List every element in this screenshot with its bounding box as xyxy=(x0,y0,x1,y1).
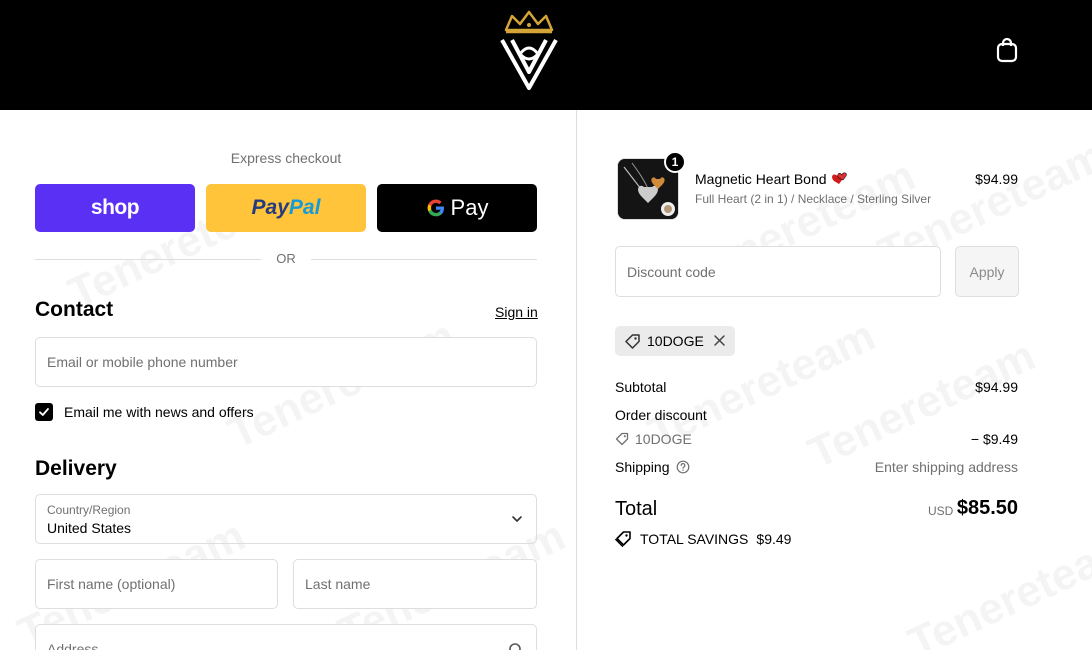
remove-discount-icon[interactable] xyxy=(713,334,726,347)
contact-title: Contact xyxy=(35,298,114,321)
brand-logo-icon[interactable] xyxy=(498,10,560,90)
chevron-down-icon xyxy=(512,516,522,522)
first-name-field[interactable] xyxy=(35,559,278,609)
last-name-field[interactable] xyxy=(293,559,537,609)
google-pay-button[interactable]: Pay xyxy=(377,184,537,232)
product-name-text: Magnetic Heart Bond xyxy=(695,171,827,187)
watermark: Tenereteam xyxy=(901,521,1092,650)
tag-icon xyxy=(625,333,640,349)
order-discount-value: − $9.49 xyxy=(970,431,1018,447)
paypal-label-pay: Pay xyxy=(251,196,289,219)
discount-code-field[interactable] xyxy=(615,246,941,297)
shipping-value: Enter shipping address xyxy=(874,459,1018,475)
shipping-label-row: Shipping xyxy=(615,459,690,475)
country-label: Country/Region xyxy=(47,503,131,517)
order-discount-code-row: 10DOGE xyxy=(615,431,692,447)
newsletter-option[interactable]: Email me with news and offers xyxy=(35,403,254,421)
total-amount: $85.50 xyxy=(956,497,1018,519)
sign-in-link[interactable]: Sign in xyxy=(495,304,538,320)
product-variant: Full Heart (2 in 1) / Necklace / Sterlin… xyxy=(695,192,932,206)
newsletter-label: Email me with news and offers xyxy=(64,404,254,420)
subtotal-value: $94.99 xyxy=(975,379,1018,395)
search-icon xyxy=(509,643,521,650)
applied-discount-chip: 10DOGE xyxy=(615,326,735,356)
watermark: Tenereteam xyxy=(801,331,1043,479)
last-name-input[interactable] xyxy=(294,560,536,608)
shopping-bag-icon[interactable] xyxy=(994,36,1020,64)
address-field[interactable] xyxy=(35,624,537,650)
first-name-input[interactable] xyxy=(36,560,277,608)
shipping-label: Shipping xyxy=(615,459,670,475)
or-label: OR xyxy=(276,251,296,266)
subtotal-label: Subtotal xyxy=(615,379,667,395)
tag-icon xyxy=(615,432,629,446)
shop-pay-button[interactable]: shop xyxy=(35,184,195,232)
help-circle-icon[interactable] xyxy=(676,460,690,474)
applied-discount-code: 10DOGE xyxy=(647,333,704,349)
delivery-title: Delivery xyxy=(35,457,117,480)
country-select[interactable]: Country/Region United States xyxy=(35,494,537,544)
total-savings: TOTAL SAVINGS $9.49 xyxy=(615,530,791,547)
google-pay-label: Pay xyxy=(450,195,489,220)
shop-pay-label: shop xyxy=(90,196,140,219)
site-header xyxy=(0,0,1092,110)
savings-amount: $9.49 xyxy=(756,530,792,547)
order-discount-label: Order discount xyxy=(615,407,707,423)
discount-code-input[interactable] xyxy=(616,247,940,296)
product-price: $94.99 xyxy=(975,171,1018,187)
total-currency: USD xyxy=(928,504,954,518)
country-value: United States xyxy=(47,520,132,536)
checkmark-icon xyxy=(39,408,49,416)
paypal-label-pal: Pal xyxy=(288,196,321,219)
total-label: Total xyxy=(615,498,658,520)
apply-discount-button[interactable]: Apply xyxy=(955,246,1019,297)
google-g-icon xyxy=(427,199,444,217)
address-input[interactable] xyxy=(36,625,536,650)
email-input[interactable] xyxy=(36,338,536,386)
email-field[interactable] xyxy=(35,337,537,387)
newsletter-checkbox[interactable] xyxy=(35,403,53,421)
product-name: Magnetic Heart Bond xyxy=(695,171,849,187)
savings-tag-icon xyxy=(615,531,631,547)
heart-emoji-icon xyxy=(831,172,847,184)
savings-label: TOTAL SAVINGS xyxy=(640,530,749,547)
quantity-badge: 1 xyxy=(664,151,686,173)
order-discount-code: 10DOGE xyxy=(635,431,692,447)
or-separator: OR xyxy=(35,250,537,268)
paypal-button[interactable]: Pay Pal xyxy=(206,184,366,232)
express-checkout-title: Express checkout xyxy=(230,150,342,166)
column-divider xyxy=(576,110,577,650)
